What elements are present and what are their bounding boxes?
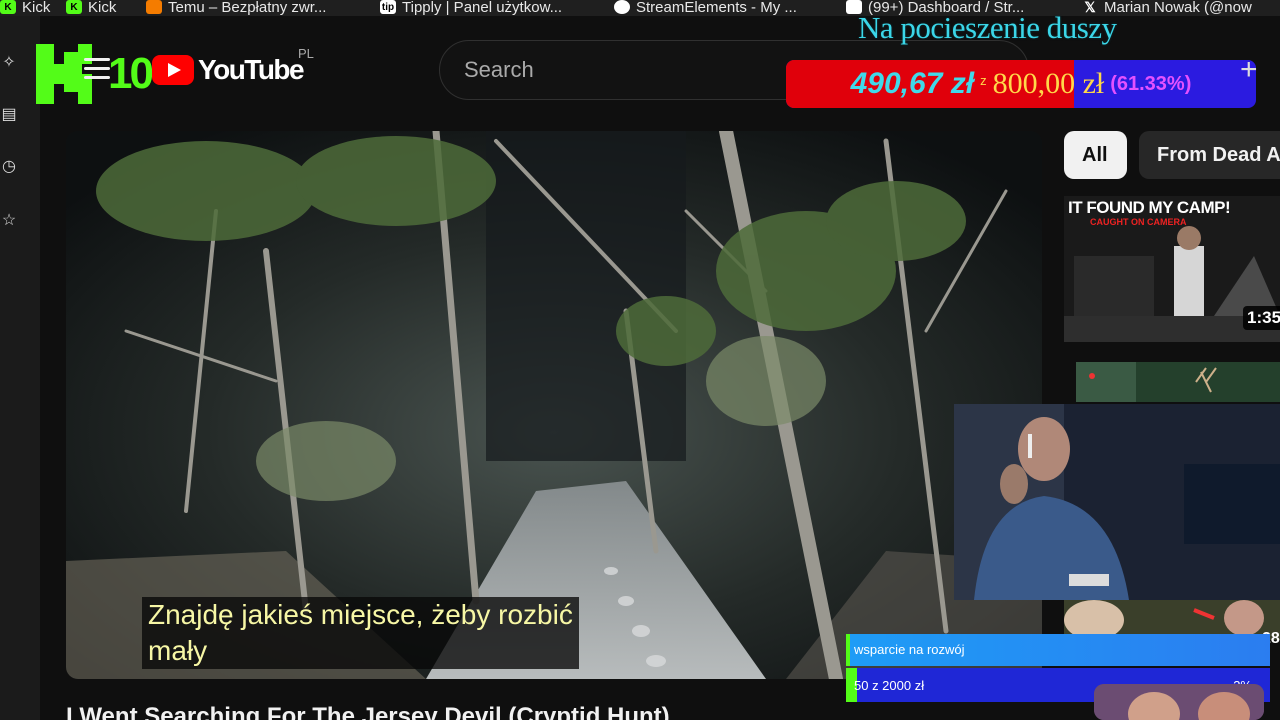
bookmark-label: Tipply | Panel użytkow... <box>402 0 563 16</box>
bookmark-label: StreamElements - My ... <box>636 0 797 16</box>
recommended-video-thumbnail-4[interactable] <box>1094 684 1264 720</box>
goal-current: 490,67 zł <box>850 67 975 100</box>
bookmark-temu[interactable]: Temu – Bezpłatny zwr... <box>146 0 326 16</box>
kick-icon: K <box>66 0 82 14</box>
history-icon[interactable]: ◷ <box>0 156 18 176</box>
video-duration-badge: 1:35 <box>1243 306 1280 330</box>
chip-all[interactable]: All <box>1064 131 1127 179</box>
bookmark-label: Marian Nowak (@now <box>1104 0 1252 16</box>
subtitle-line-1: Znajdę jakieś miejsce, żeby rozbić <box>148 599 573 630</box>
goal-title: Na pocieszenie duszy <box>858 10 1117 45</box>
pin-icon[interactable]: ✧ <box>0 52 18 72</box>
thumbnail-subtitle: CAUGHT ON CAMERA <box>1090 217 1187 227</box>
thumbnail-image <box>1094 684 1264 720</box>
youtube-logo[interactable]: YouTube <box>152 54 305 86</box>
favorites-icon[interactable]: ☆ <box>0 210 18 230</box>
bookmark-kick-2[interactable]: K Kick <box>66 0 116 16</box>
reading-list-icon[interactable]: ▤ <box>0 104 18 124</box>
youtube-play-icon <box>152 55 194 85</box>
video-player[interactable]: Znajdę jakieś miejsce, żeby rozbić mały <box>66 131 1042 679</box>
streamer-webcam <box>954 404 1280 600</box>
bookmark-label: Kick <box>22 0 51 16</box>
video-title: I Went Searching For The Jersey Devil (C… <box>66 703 670 720</box>
region-code: PL <box>298 46 314 61</box>
menu-icon[interactable] <box>84 58 110 80</box>
support-goal-header: wsparcie na rozwój <box>846 634 1270 666</box>
bookmark-tipply[interactable]: tip Tipply | Panel użytkow... <box>380 0 562 16</box>
streamelements-icon <box>614 0 630 14</box>
bookmark-streamelements[interactable]: StreamElements - My ... <box>614 0 797 16</box>
youtube-wordmark: YouTube <box>198 54 305 85</box>
support-goal-label: wsparcie na rozwój <box>854 642 965 657</box>
kick-icon: K <box>0 0 16 14</box>
goal-percent: (61.33%) <box>1110 72 1192 95</box>
video-subtitle: Znajdę jakieś miejsce, żeby rozbić mały <box>142 597 579 669</box>
support-goal-value: 50 z 2000 zł <box>854 678 925 693</box>
bookmark-label: Kick <box>88 0 117 16</box>
goal-target: 800,00 zł <box>992 67 1105 100</box>
temu-icon <box>146 0 162 14</box>
kick-counter: 10 <box>108 49 154 98</box>
bookmark-kick-1[interactable]: K Kick <box>0 0 50 16</box>
create-icon[interactable]: + <box>1240 55 1270 85</box>
browser-side-panel: ✧ ▤ ◷ ☆ <box>0 16 40 720</box>
bookmark-label: Temu – Bezpłatny zwr... <box>168 0 327 16</box>
donation-goal-text: 490,67 zł z 800,00 zł (61.33%) <box>786 60 1256 108</box>
chip-from-channel[interactable]: From Dead A <box>1139 131 1280 179</box>
thumbnail-image <box>1076 362 1280 402</box>
tipply-icon: tip <box>380 0 396 14</box>
thumbnail-title: IT FOUND MY CAMP! <box>1068 198 1231 217</box>
subtitle-line-2: mały <box>148 635 208 666</box>
donation-goal-bar: 490,67 zł z 800,00 zł (61.33%) <box>786 60 1256 108</box>
webcam-image <box>954 404 1280 600</box>
recommended-video-thumbnail-2[interactable] <box>1076 362 1280 402</box>
goal-separator: z <box>980 72 987 88</box>
